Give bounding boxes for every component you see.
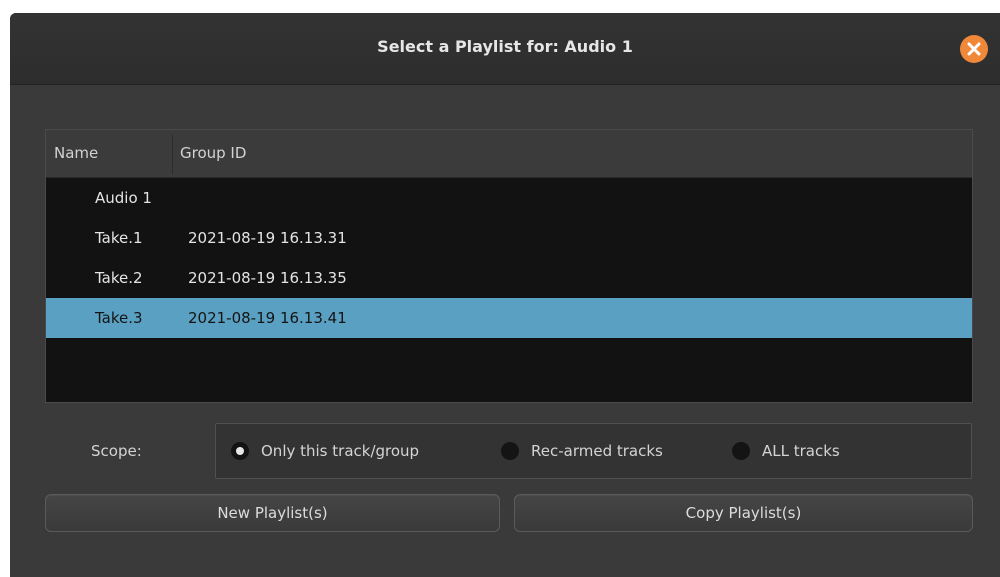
playlist-dialog: Select a Playlist for: Audio 1 Name Grou… [10, 13, 1000, 577]
list-row-selected[interactable]: Take.3 2021-08-19 16.13.41 [46, 298, 972, 338]
radio-label: Rec-armed tracks [531, 442, 663, 460]
title-bar: Select a Playlist for: Audio 1 [10, 13, 1000, 85]
column-header-name[interactable]: Name [54, 130, 98, 177]
row-name: Take.1 [95, 229, 143, 247]
list-row[interactable]: Audio 1 [46, 178, 972, 218]
dialog-title: Select a Playlist for: Audio 1 [377, 37, 633, 56]
column-header-group-id[interactable]: Group ID [180, 130, 246, 177]
close-icon [967, 42, 981, 56]
radio-label: Only this track/group [261, 442, 420, 460]
list-row[interactable]: Take.2 2021-08-19 16.13.35 [46, 258, 972, 298]
list-header: Name Group ID [46, 130, 972, 178]
radio-unchecked-icon [501, 442, 519, 460]
close-button[interactable] [960, 35, 988, 63]
row-name: Take.2 [95, 269, 143, 287]
row-group-id: 2021-08-19 16.13.35 [188, 269, 347, 287]
scope-label: Scope: [91, 442, 142, 460]
row-group-id: 2021-08-19 16.13.41 [188, 309, 347, 327]
row-name: Take.3 [95, 309, 143, 327]
radio-unchecked-icon [732, 442, 750, 460]
scope-radio-group: Only this track/group Rec-armed tracks A… [215, 423, 972, 479]
column-separator [172, 134, 173, 174]
row-group-id: 2021-08-19 16.13.31 [188, 229, 347, 247]
playlist-list[interactable]: Name Group ID Audio 1 Take.1 2021-08-19 … [45, 129, 973, 403]
radio-checked-icon [231, 442, 249, 460]
copy-playlist-button[interactable]: Copy Playlist(s) [514, 494, 973, 532]
radio-label: ALL tracks [762, 442, 840, 460]
row-name: Audio 1 [95, 189, 152, 207]
list-row[interactable]: Take.1 2021-08-19 16.13.31 [46, 218, 972, 258]
new-playlist-button[interactable]: New Playlist(s) [45, 494, 500, 532]
